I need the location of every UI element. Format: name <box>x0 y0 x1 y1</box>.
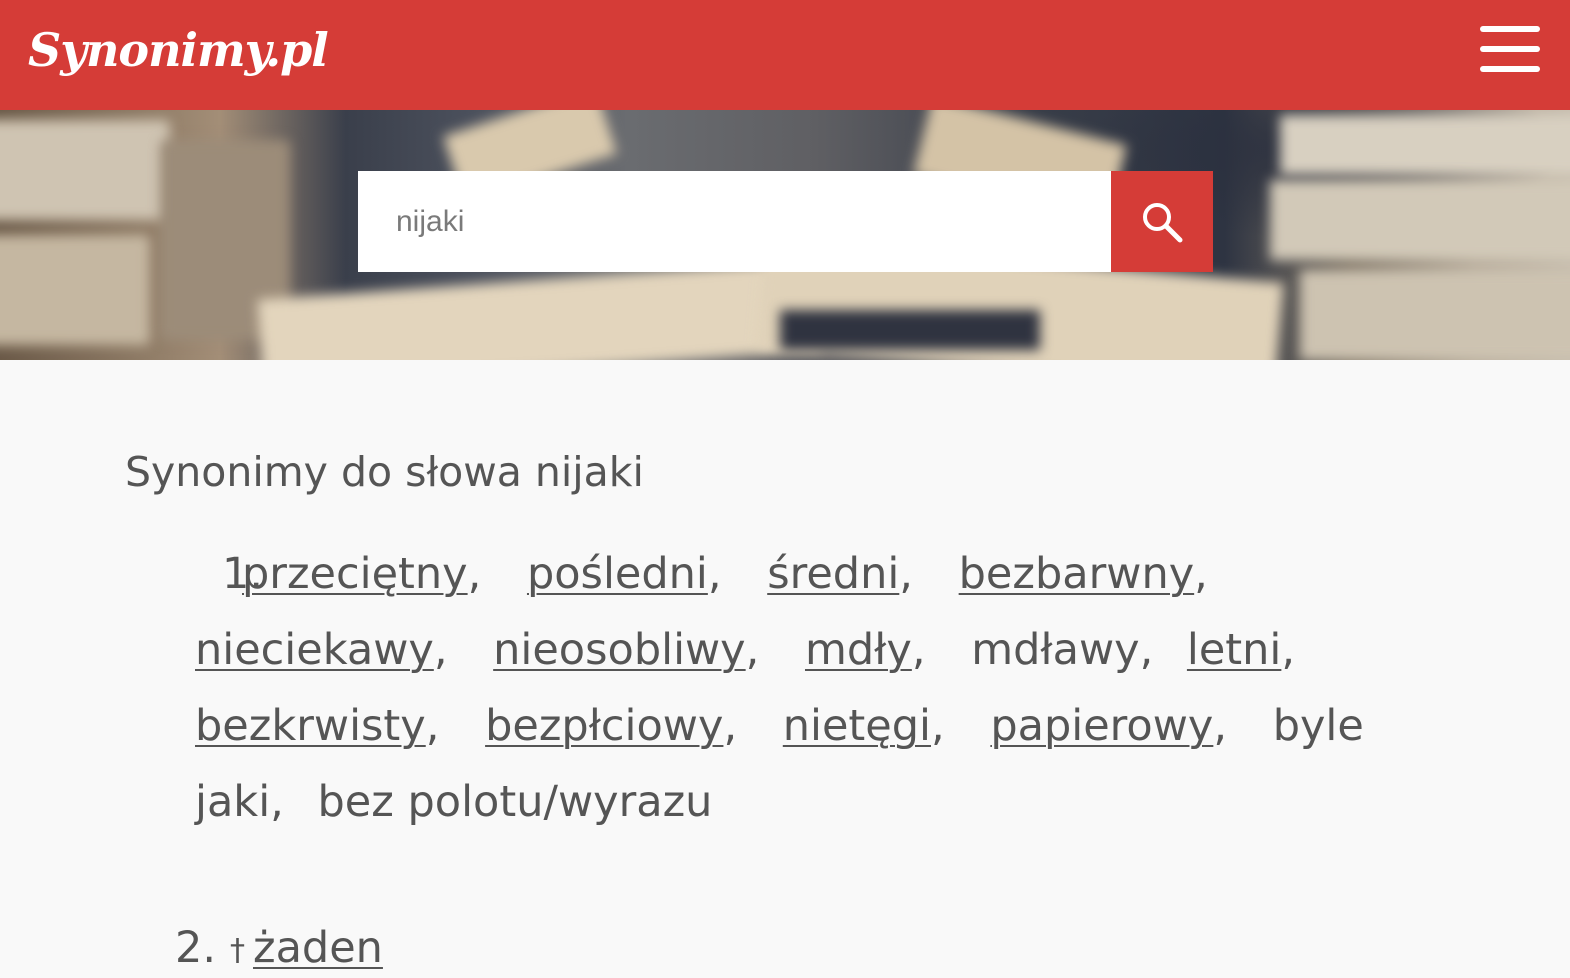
search-icon <box>1143 203 1183 243</box>
separator: , <box>911 625 926 675</box>
synonym-link[interactable]: letni <box>1187 625 1281 675</box>
menu-line <box>1480 46 1540 52</box>
background-books <box>0 120 170 220</box>
synonym-link[interactable]: bezkrwisty <box>195 701 426 751</box>
separator: , <box>467 549 482 599</box>
hamburger-menu-icon[interactable] <box>1478 26 1542 78</box>
search-input[interactable] <box>358 171 1111 272</box>
separator: , <box>1281 625 1296 675</box>
synonym-group-2: 2. † żaden <box>170 910 1410 978</box>
separator: , <box>899 549 913 599</box>
menu-line <box>1480 66 1540 72</box>
synonym-link[interactable]: nieciekawy <box>195 625 434 675</box>
group-number: 1. <box>222 549 264 599</box>
separator: , <box>1194 549 1208 599</box>
search-button[interactable] <box>1111 171 1213 272</box>
synonym-link[interactable]: bezpłciowy <box>485 701 723 751</box>
synonym-link[interactable]: nietęgi <box>783 701 931 751</box>
synonym-link[interactable]: bezbarwny <box>959 549 1195 599</box>
synonym-link[interactable]: nieosobliwy <box>493 625 745 675</box>
synonym-group-1: 1. przeciętny, pośledni, średni, bezbarwn… <box>170 536 1410 840</box>
obsolete-marker: † <box>230 933 245 968</box>
site-logo[interactable]: Synonimy.pl <box>28 18 329 82</box>
synonym-link[interactable]: przeciętny <box>242 549 468 599</box>
page-title: Synonimy do słowa nijaki <box>125 448 644 496</box>
synonym-link[interactable]: pośledni <box>527 549 708 599</box>
synonym-list: 1. przeciętny, pośledni, średni, bezbarwn… <box>170 536 1410 978</box>
synonym-link[interactable]: papierowy <box>990 701 1213 751</box>
separator: , <box>425 701 440 751</box>
synonym-text: bez polotu/wyrazu <box>317 777 713 827</box>
synonym-link[interactable]: żaden <box>253 923 383 973</box>
synonym-words: † żaden <box>195 923 383 973</box>
synonym-link[interactable]: mdły <box>805 625 912 675</box>
synonym-link[interactable]: średni <box>767 549 899 599</box>
separator: , <box>270 777 284 827</box>
group-number: 2. <box>175 923 217 973</box>
separator: , <box>1139 625 1154 675</box>
separator: , <box>745 625 760 675</box>
separator: , <box>707 549 722 599</box>
separator: , <box>1213 701 1228 751</box>
synonym-words: przeciętny, pośledni, średni, bezbarwny,… <box>195 549 1364 827</box>
separator: , <box>931 701 945 751</box>
synonym-text: mdławy <box>971 625 1140 675</box>
separator: , <box>723 701 738 751</box>
menu-line <box>1480 26 1540 32</box>
separator: , <box>433 625 448 675</box>
top-header: Synonimy.pl <box>0 0 1570 110</box>
